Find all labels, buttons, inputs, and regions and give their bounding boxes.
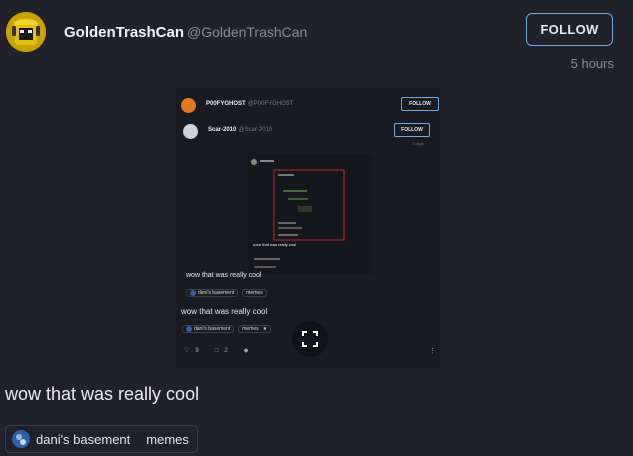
- expand-image-button[interactable]: [292, 321, 328, 357]
- embed-inner-tag-1: dani's basement: [186, 289, 239, 297]
- community-icon: [186, 326, 192, 332]
- embed-action-bar: ♡ 9 □ 2 ◆: [184, 347, 249, 355]
- post-text: wow that was really cool: [5, 384, 200, 404]
- nested-image: wow that was really cool: [248, 154, 372, 274]
- tag-community-label: dani's basement: [36, 431, 131, 447]
- follow-button[interactable]: FOLLOW: [526, 13, 613, 46]
- tag-memes[interactable]: memes: [146, 432, 189, 447]
- embed-follow-button-1: FOLLOW: [401, 97, 439, 111]
- embed-outer-tag-1: dani's basement: [182, 325, 235, 333]
- tag-memes-label: memes: [146, 431, 189, 447]
- embed-follow-button-2: FOLLOW: [394, 123, 430, 137]
- embed-inner-tags: dani's basement memes: [186, 289, 267, 297]
- community-icon: [12, 430, 30, 448]
- embed-avatar-2: [183, 124, 198, 139]
- author-name[interactable]: GoldenTrashCan @GoldenTrashCan: [64, 24, 307, 41]
- tag-community[interactable]: dani's basement: [12, 430, 130, 448]
- embed-outer-tags: dani's basement memes ★: [182, 325, 272, 333]
- embed-time-2: 7 days: [412, 141, 424, 146]
- heart-icon: ♡: [184, 348, 190, 354]
- post-timestamp: 5 hours: [570, 56, 614, 71]
- kebab-menu-icon: ⋮: [429, 348, 436, 355]
- post-tags: dani's basement memes: [5, 425, 198, 453]
- author-display-name[interactable]: GoldenTrashCan: [64, 24, 184, 41]
- fullscreen-icon: [302, 331, 318, 347]
- community-icon: [190, 290, 196, 296]
- embed-inner-text: wow that was really cool: [186, 272, 262, 279]
- deep-post-text: wow that was really cool: [253, 242, 297, 247]
- comment-icon: □: [214, 347, 219, 354]
- share-icon: ◆: [243, 348, 249, 354]
- embed-outer-text: wow that was really cool: [181, 307, 268, 316]
- embed-inner-tag-2: memes: [242, 289, 267, 297]
- embed-outer-tag-2: memes ★: [238, 325, 272, 333]
- embed-avatar-1: [181, 98, 196, 113]
- author-avatar[interactable]: [6, 12, 46, 52]
- embed-author-1: P00FYGHOST @P00FYGHOST: [206, 101, 294, 107]
- embed-author-2: Scar-2010 @Scar-2010: [208, 127, 273, 133]
- author-handle: @GoldenTrashCan: [187, 24, 308, 40]
